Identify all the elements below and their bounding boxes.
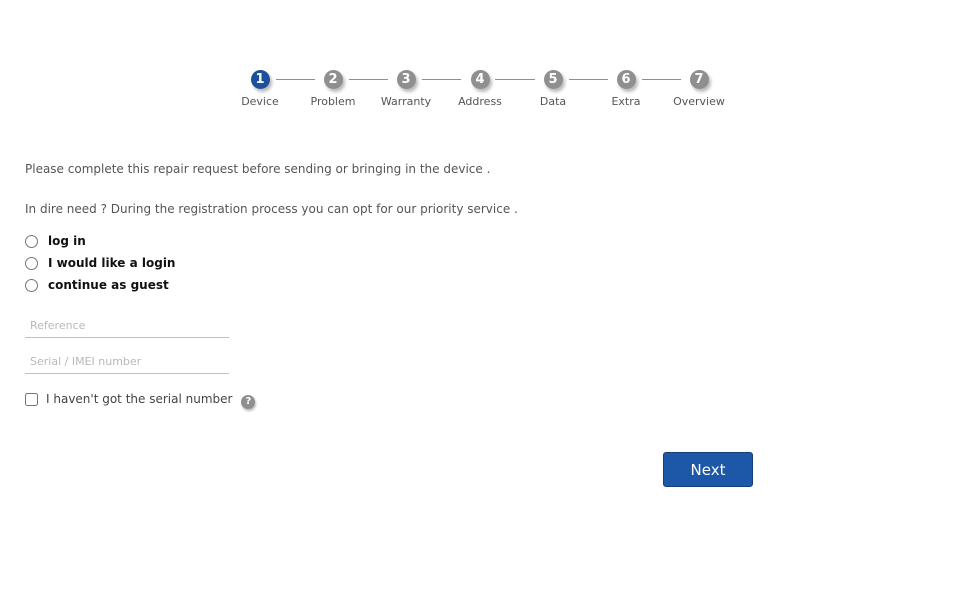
step-number: 6 [616, 70, 636, 89]
priority-service-text: In dire need ? During the registration p… [25, 202, 518, 216]
step-label: Overview [673, 95, 725, 108]
step-warranty[interactable]: 3 Warranty [371, 68, 441, 108]
help-icon[interactable]: ? [241, 394, 256, 409]
step-address[interactable]: 4 Address [445, 68, 515, 108]
reference-input[interactable] [25, 314, 229, 338]
repair-request-page: 1 Device 2 Problem 3 Warranty 4 Address … [0, 0, 960, 600]
step-label: Warranty [380, 95, 432, 108]
serial-imei-input[interactable] [25, 350, 229, 374]
log-in-label[interactable]: log in [48, 234, 86, 248]
step-number: 4 [470, 70, 490, 89]
step-number: 1 [250, 70, 270, 89]
intro-text: Please complete this repair request befo… [25, 162, 491, 176]
step-number: 5 [543, 70, 563, 89]
step-overview[interactable]: 7 Overview [664, 68, 734, 108]
step-problem[interactable]: 2 Problem [298, 68, 368, 108]
next-button[interactable]: Next [663, 452, 753, 487]
step-label: Device [241, 95, 279, 108]
step-data[interactable]: 5 Data [518, 68, 588, 108]
no-serial-checkbox[interactable] [25, 392, 38, 406]
step-label: Extra [611, 95, 641, 108]
request-login-label[interactable]: I would like a login [48, 256, 175, 270]
option-request-login: I would like a login [24, 254, 175, 272]
step-extra[interactable]: 6 Extra [591, 68, 661, 108]
step-number: 3 [396, 70, 416, 89]
option-guest: continue as guest [24, 276, 169, 294]
step-number: 7 [689, 70, 709, 89]
guest-radio[interactable] [25, 278, 38, 292]
guest-label[interactable]: continue as guest [48, 278, 169, 292]
step-label: Address [458, 95, 502, 108]
no-serial-label[interactable]: I haven't got the serial number [46, 392, 232, 406]
log-in-radio[interactable] [25, 234, 38, 248]
request-login-radio[interactable] [25, 256, 38, 270]
step-label: Problem [310, 95, 356, 108]
option-log-in: log in [24, 232, 86, 250]
step-number: 2 [323, 70, 343, 89]
step-device[interactable]: 1 Device [225, 68, 295, 108]
progress-stepper: 1 Device 2 Problem 3 Warranty 4 Address … [230, 68, 730, 118]
step-label: Data [539, 95, 567, 108]
no-serial-row: I haven't got the serial number ? [24, 390, 256, 409]
